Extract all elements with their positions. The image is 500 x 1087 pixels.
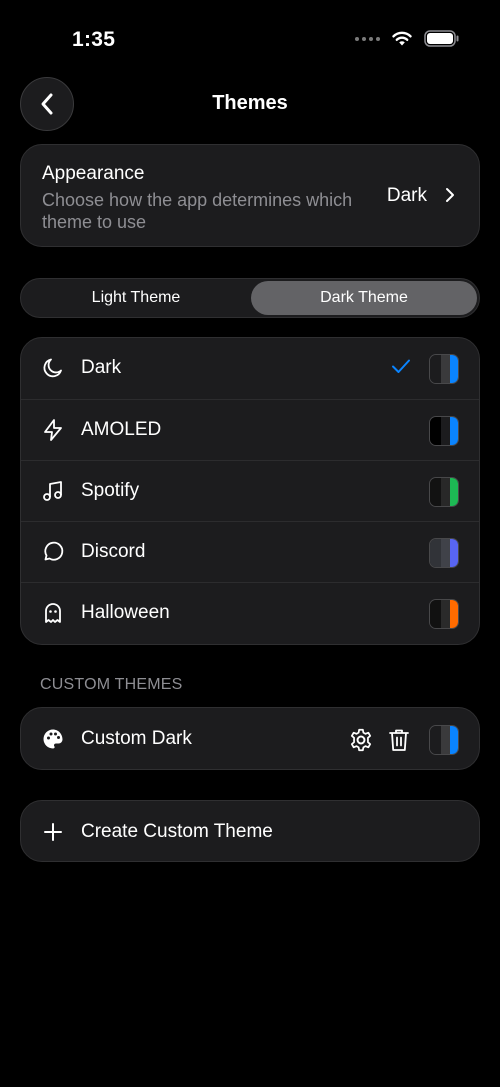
theme-list: Dark AMOLED Spotify Discord Halloween [20,337,480,645]
music-note-icon [43,481,62,501]
theme-swatch [429,477,459,507]
theme-row-halloween[interactable]: Halloween [21,582,479,643]
chat-bubble-icon [44,541,64,561]
theme-label: Halloween [81,602,170,623]
plus-icon [44,823,62,841]
chevron-right-icon [446,188,454,202]
checkmark-icon [392,359,410,373]
palette-icon [43,729,63,749]
appearance-title: Appearance [42,163,145,184]
gear-icon[interactable] [348,727,374,753]
theme-swatch [429,416,459,446]
trash-icon[interactable] [387,727,411,753]
segment-dark-theme[interactable]: Dark Theme [251,281,477,315]
custom-themes-header: CUSTOM THEMES [40,676,183,693]
appearance-description: Choose how the app determines which them… [42,190,353,232]
cellular-signal-icon [355,36,380,41]
custom-theme-row[interactable]: Custom Dark [20,707,480,770]
status-icons [355,30,460,47]
status-bar: 1:35 [0,0,500,80]
theme-label: Spotify [81,480,140,501]
theme-row-discord[interactable]: Discord [21,521,479,582]
bolt-icon [44,419,62,441]
theme-swatch [429,538,459,568]
theme-label: Discord [81,541,146,562]
theme-row-amoled[interactable]: AMOLED [21,399,479,460]
segment-light-theme[interactable]: Light Theme [23,281,249,315]
theme-label: AMOLED [81,419,162,440]
moon-icon [43,358,62,378]
ghost-icon [45,603,61,623]
theme-swatch [429,599,459,629]
custom-theme-label: Custom Dark [81,728,192,749]
battery-icon [424,30,459,47]
theme-swatch [429,354,459,384]
create-custom-theme-label: Create Custom Theme [81,821,273,842]
theme-row-spotify[interactable]: Spotify [21,460,479,521]
theme-swatch [429,725,459,755]
theme-mode-segmented-control: Light Theme Dark Theme [20,278,480,318]
status-time: 1:35 [72,28,116,51]
page-title: Themes [212,92,288,114]
wifi-icon [392,31,412,46]
create-custom-theme-button[interactable]: Create Custom Theme [20,800,480,862]
theme-label: Dark [81,357,122,378]
appearance-setting[interactable]: Appearance Choose how the app determines… [20,144,480,247]
appearance-value: Dark [386,185,427,206]
theme-row-dark[interactable]: Dark [21,338,479,399]
